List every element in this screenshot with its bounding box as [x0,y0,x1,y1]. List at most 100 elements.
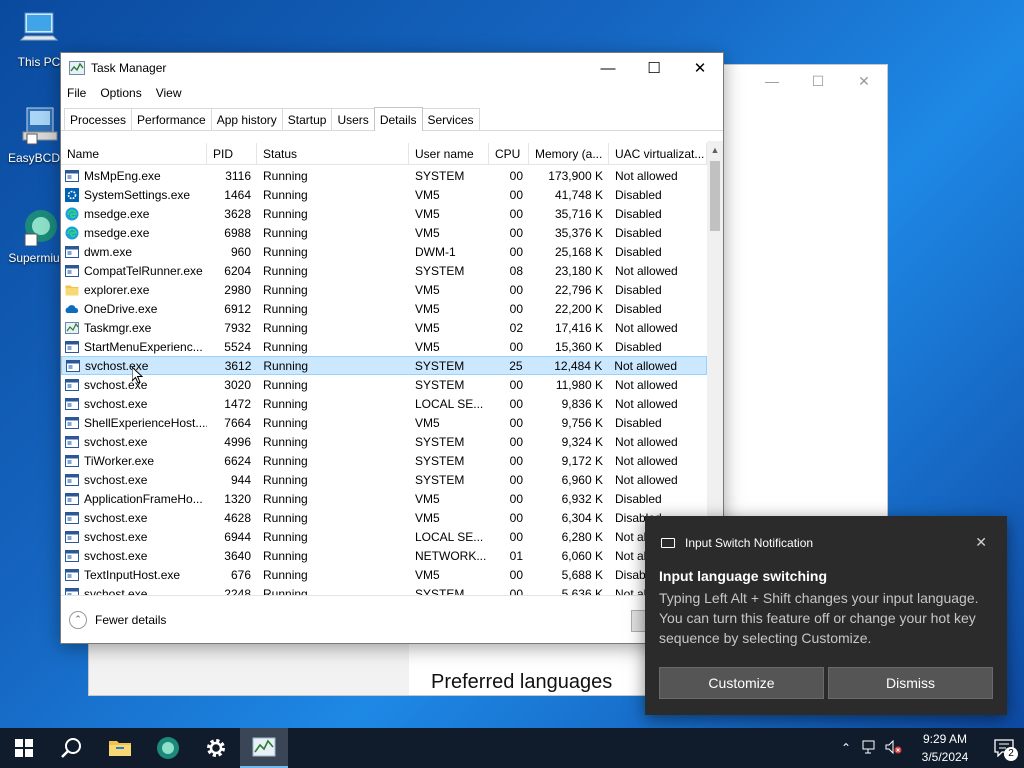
minimize-button[interactable]: — [585,53,631,83]
process-cpu: 00 [509,491,523,506]
customize-button[interactable]: Customize [659,667,824,699]
process-pid: 7664 [224,415,251,430]
table-row[interactable]: svchost.exe 3612 Running SYSTEM 25 12,484 K No… [61,356,707,375]
process-name: svchost.exe [84,472,148,487]
table-row[interactable]: CompatTelRunner.exe 6204 Running SYSTEM 08 23… [61,261,707,280]
close-icon[interactable]: ✕ [975,534,987,551]
process-user: VM5 [415,225,440,240]
process-name: msedge.exe [84,206,150,221]
table-row[interactable]: svchost.exe 4996 Running SYSTEM 00 9,324 K Not… [61,432,707,451]
task-manager-icon [65,321,79,334]
table-row[interactable]: ShellExperienceHost.... 7664 Running VM5 00 9… [61,413,707,432]
tab-startup[interactable]: Startup [281,108,333,130]
process-status: Running [263,320,308,335]
process-status: Running [263,168,308,183]
column-header-uac-virtualization[interactable]: UAC virtualizat... [609,143,707,165]
column-header-name[interactable]: Name [61,143,207,165]
process-user: VM5 [415,282,440,297]
tab-app-history[interactable]: App history [210,108,283,130]
process-cpu: 00 [509,434,523,449]
network-icon[interactable] [858,740,882,757]
minimize-icon[interactable]: — [749,65,795,97]
app-window-icon [65,549,79,562]
search-button[interactable] [48,728,96,768]
tab-details[interactable]: Details [373,107,423,131]
notification-body: Typing Left Alt + Shift changes your inp… [659,590,979,646]
dismiss-button[interactable]: Dismiss [828,667,993,699]
close-button[interactable]: ✕ [677,53,723,83]
maximize-icon[interactable]: ☐ [795,65,841,97]
tab-performance[interactable]: Performance [131,108,212,130]
process-uac: Disabled [615,301,662,316]
process-status: Running [263,187,308,202]
app-window-icon [65,511,79,524]
table-row[interactable]: svchost.exe 3640 Running NETWORK... 01 6,060 … [61,546,707,565]
menu-view[interactable]: View [156,86,182,100]
taskbar-settings[interactable] [192,728,240,768]
tab-services[interactable]: Services [421,108,480,130]
action-center-button[interactable]: 2 [984,728,1024,768]
table-row[interactable]: ApplicationFrameHo... 1320 Running VM5 00 6,9… [61,489,707,508]
table-row[interactable]: svchost.exe 6944 Running LOCAL SE... 00 6,280… [61,527,707,546]
column-header-cpu[interactable]: CPU [489,143,529,165]
maximize-button[interactable]: ☐ [631,53,677,83]
table-row[interactable]: MsMpEng.exe 3116 Running SYSTEM 00 173,900 K N… [61,166,707,185]
taskbar-task-manager[interactable] [240,728,288,768]
close-icon[interactable]: ✕ [841,65,887,97]
title-bar[interactable]: Task Manager — ☐ ✕ [61,53,723,83]
table-header: Name PID Status User name CPU Memory (a.… [61,143,707,165]
table-row[interactable]: SystemSettings.exe 1464 Running VM5 00 41,748… [61,185,707,204]
taskbar-supermium[interactable] [144,728,192,768]
gear-icon [207,739,225,757]
table-row[interactable]: dwm.exe 960 Running DWM-1 00 25,168 K Disabled [61,242,707,261]
clock[interactable]: 9:29 AM 3/5/2024 [906,730,984,766]
table-row[interactable]: StartMenuExperienc... 5524 Running VM5 00 15,… [61,337,707,356]
column-header-memory[interactable]: Memory (a... [529,143,609,165]
computer-icon [19,12,59,41]
chevron-up-icon[interactable]: ⌃ [69,610,87,629]
menu-file[interactable]: File [67,86,86,100]
column-header-user-name[interactable]: User name [409,143,489,165]
process-pid: 6624 [224,453,251,468]
process-cpu: 00 [509,510,523,525]
chevron-up-icon[interactable]: ⌃ [834,741,858,755]
table-row[interactable]: Taskmgr.exe 7932 Running VM5 02 17,416 K Not a… [61,318,707,337]
process-uac: Disabled [615,244,662,259]
tab-users[interactable]: Users [331,108,375,130]
table-row[interactable]: msedge.exe 3628 Running VM5 00 35,716 K Disabl… [61,204,707,223]
column-header-pid[interactable]: PID [207,143,257,165]
app-window-icon [65,435,79,448]
app-window-icon [65,340,79,353]
table-row[interactable]: svchost.exe 3020 Running SYSTEM 00 11,980 K No… [61,375,707,394]
fewer-details-link[interactable]: Fewer details [95,613,166,627]
app-window-icon [65,378,79,391]
volume-muted-icon[interactable] [882,739,906,757]
process-name-cell: explorer.exe [61,283,207,297]
tab-processes[interactable]: Processes [64,108,133,130]
process-user: SYSTEM [415,168,465,183]
process-user: VM5 [415,187,440,202]
task-manager-icon [252,737,276,757]
process-memory: 9,836 K [561,396,603,411]
table-row[interactable]: svchost.exe 1472 Running LOCAL SE... 00 9,836… [61,394,707,413]
table-row[interactable]: TiWorker.exe 6624 Running SYSTEM 00 9,172 K No… [61,451,707,470]
process-pid: 3640 [224,548,251,563]
process-uac: Not allowed [615,320,678,335]
taskbar-file-explorer[interactable] [96,728,144,768]
table-row[interactable]: svchost.exe 944 Running SYSTEM 00 6,960 K Not … [61,470,707,489]
scrollbar-thumb[interactable] [710,161,720,231]
start-button[interactable] [0,728,48,768]
table-row[interactable]: msedge.exe 6988 Running VM5 00 35,376 K Disabl… [61,223,707,242]
scroll-up-icon[interactable]: ▲ [707,143,723,157]
table-row[interactable]: OneDrive.exe 6912 Running VM5 00 22,200 K Disa… [61,299,707,318]
table-row[interactable]: TextInputHost.exe 676 Running VM5 00 5,688 KD… [61,565,707,584]
notification-app-name: Input Switch Notification [685,536,814,550]
table-row[interactable]: explorer.exe 2980 Running VM5 00 22,796 K Disa… [61,280,707,299]
process-uac: Disabled [615,282,662,297]
easybcd-icon [22,107,58,145]
process-name: svchost.exe [84,396,148,411]
app-window-icon [65,264,79,277]
table-row[interactable]: svchost.exe 4628 Running VM5 00 6,304 K Disabl… [61,508,707,527]
column-header-status[interactable]: Status [257,143,409,165]
menu-options[interactable]: Options [100,86,141,100]
